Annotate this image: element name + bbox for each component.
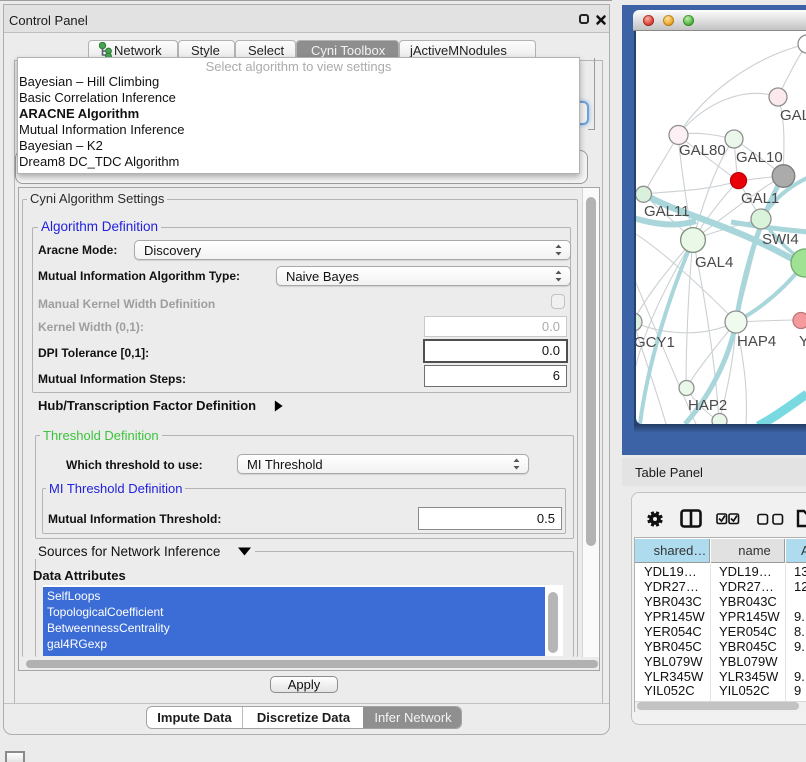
svg-text:HAP4: HAP4 xyxy=(737,333,776,350)
svg-text:GAL4: GAL4 xyxy=(695,254,733,271)
svg-text:GAL10: GAL10 xyxy=(736,149,783,166)
svg-text:GAL80: GAL80 xyxy=(679,142,726,159)
svg-text:GAL1: GAL1 xyxy=(741,190,779,207)
svg-text:HAP2: HAP2 xyxy=(688,397,727,414)
svg-text:GAL11: GAL11 xyxy=(644,203,690,220)
svg-text:GCY1: GCY1 xyxy=(636,334,675,351)
svg-text:Y: Y xyxy=(799,333,806,350)
svg-text:SWI4: SWI4 xyxy=(762,231,799,248)
svg-text:GAL7: GAL7 xyxy=(780,107,806,124)
